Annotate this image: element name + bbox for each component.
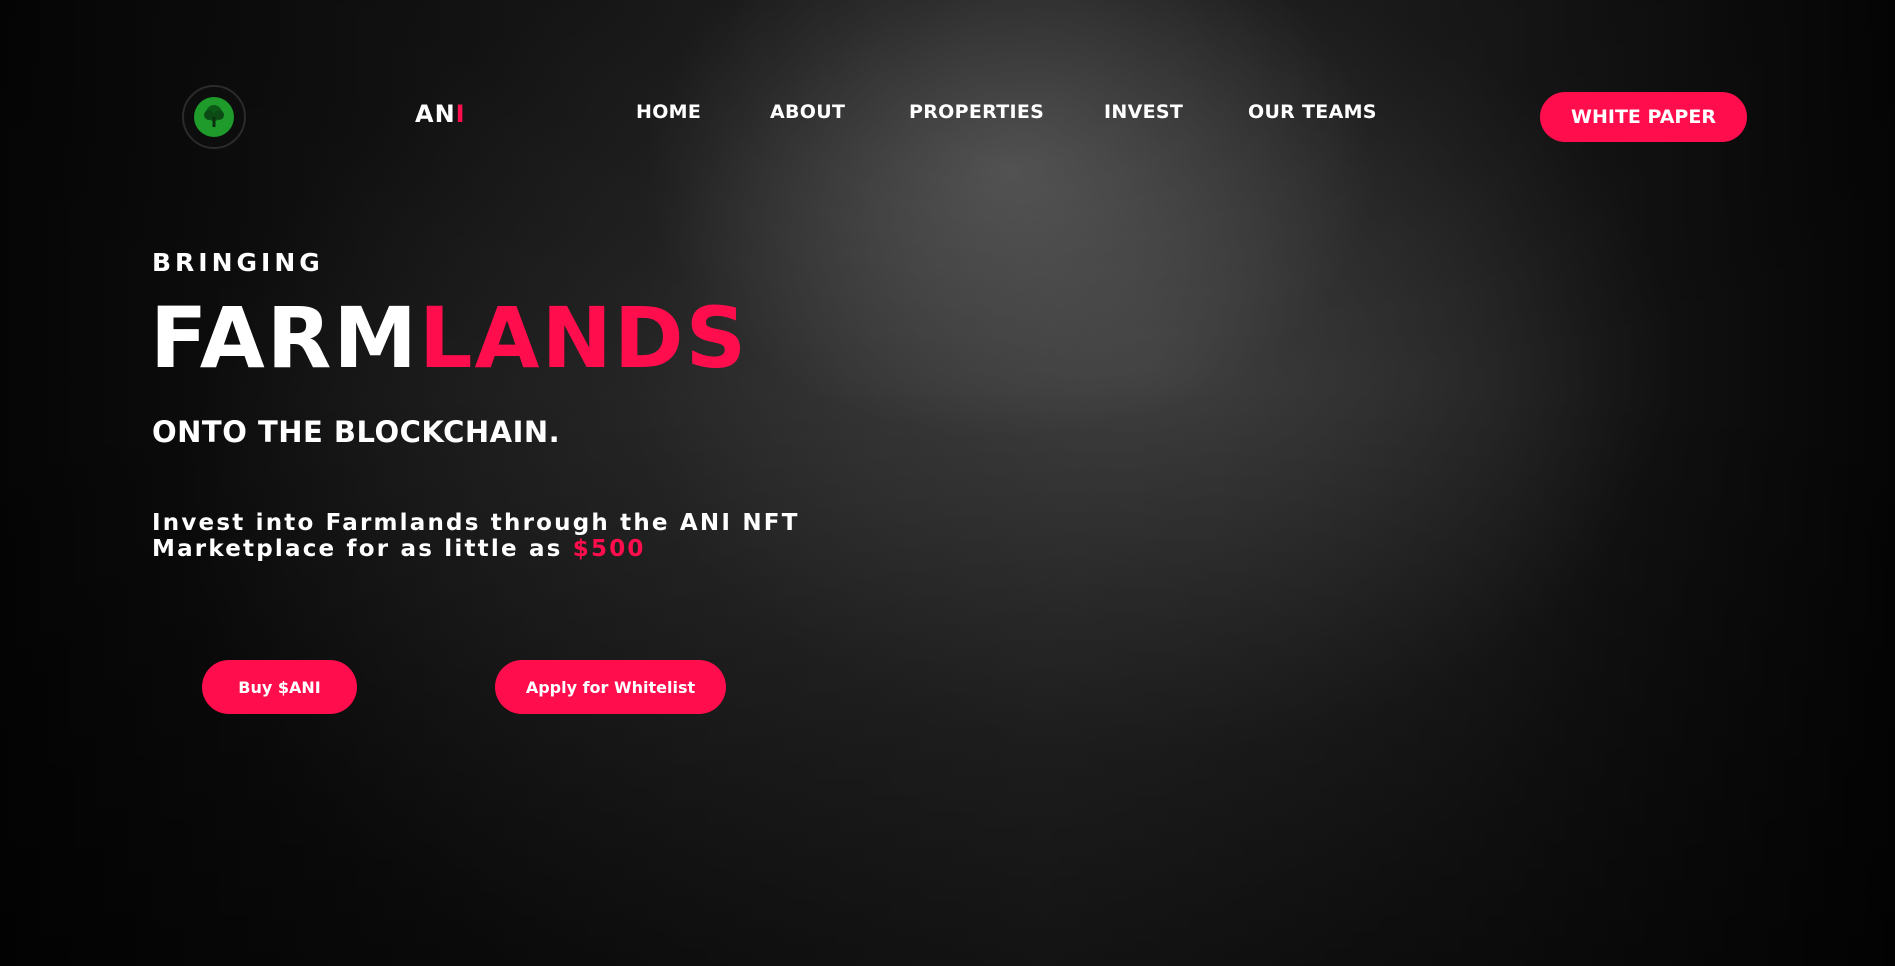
background-vignette — [0, 0, 1895, 966]
nav-item-invest[interactable]: INVEST — [1104, 101, 1183, 123]
white-paper-button[interactable]: WHITE PAPER — [1540, 92, 1747, 142]
hero-kicker: BRINGING — [152, 248, 324, 277]
nav-item-home[interactable]: HOME — [636, 101, 701, 123]
apply-whitelist-button[interactable]: Apply for Whitelist — [495, 660, 726, 714]
nav-item-properties[interactable]: PROPERTIES — [909, 101, 1044, 123]
hero-headline: FARMLANDS — [150, 288, 748, 388]
nav-item-our-teams[interactable]: OUR TEAMS — [1248, 101, 1377, 123]
hero-lead: Invest into Farmlands through the ANI NF… — [152, 510, 852, 562]
hero-subhead: ONTO THE BLOCKCHAIN. — [152, 415, 561, 449]
lead-line-2: Marketplace for as little as — [152, 536, 573, 562]
nav-item-about[interactable]: ABOUT — [770, 101, 845, 123]
headline-accent: LANDS — [419, 289, 749, 387]
buy-ani-button[interactable]: Buy $ANI — [202, 660, 357, 714]
lead-price: $500 — [572, 536, 646, 562]
lead-line-1: Invest into Farmlands through the ANI NF… — [152, 510, 800, 536]
headline-main: FARM — [150, 289, 420, 387]
